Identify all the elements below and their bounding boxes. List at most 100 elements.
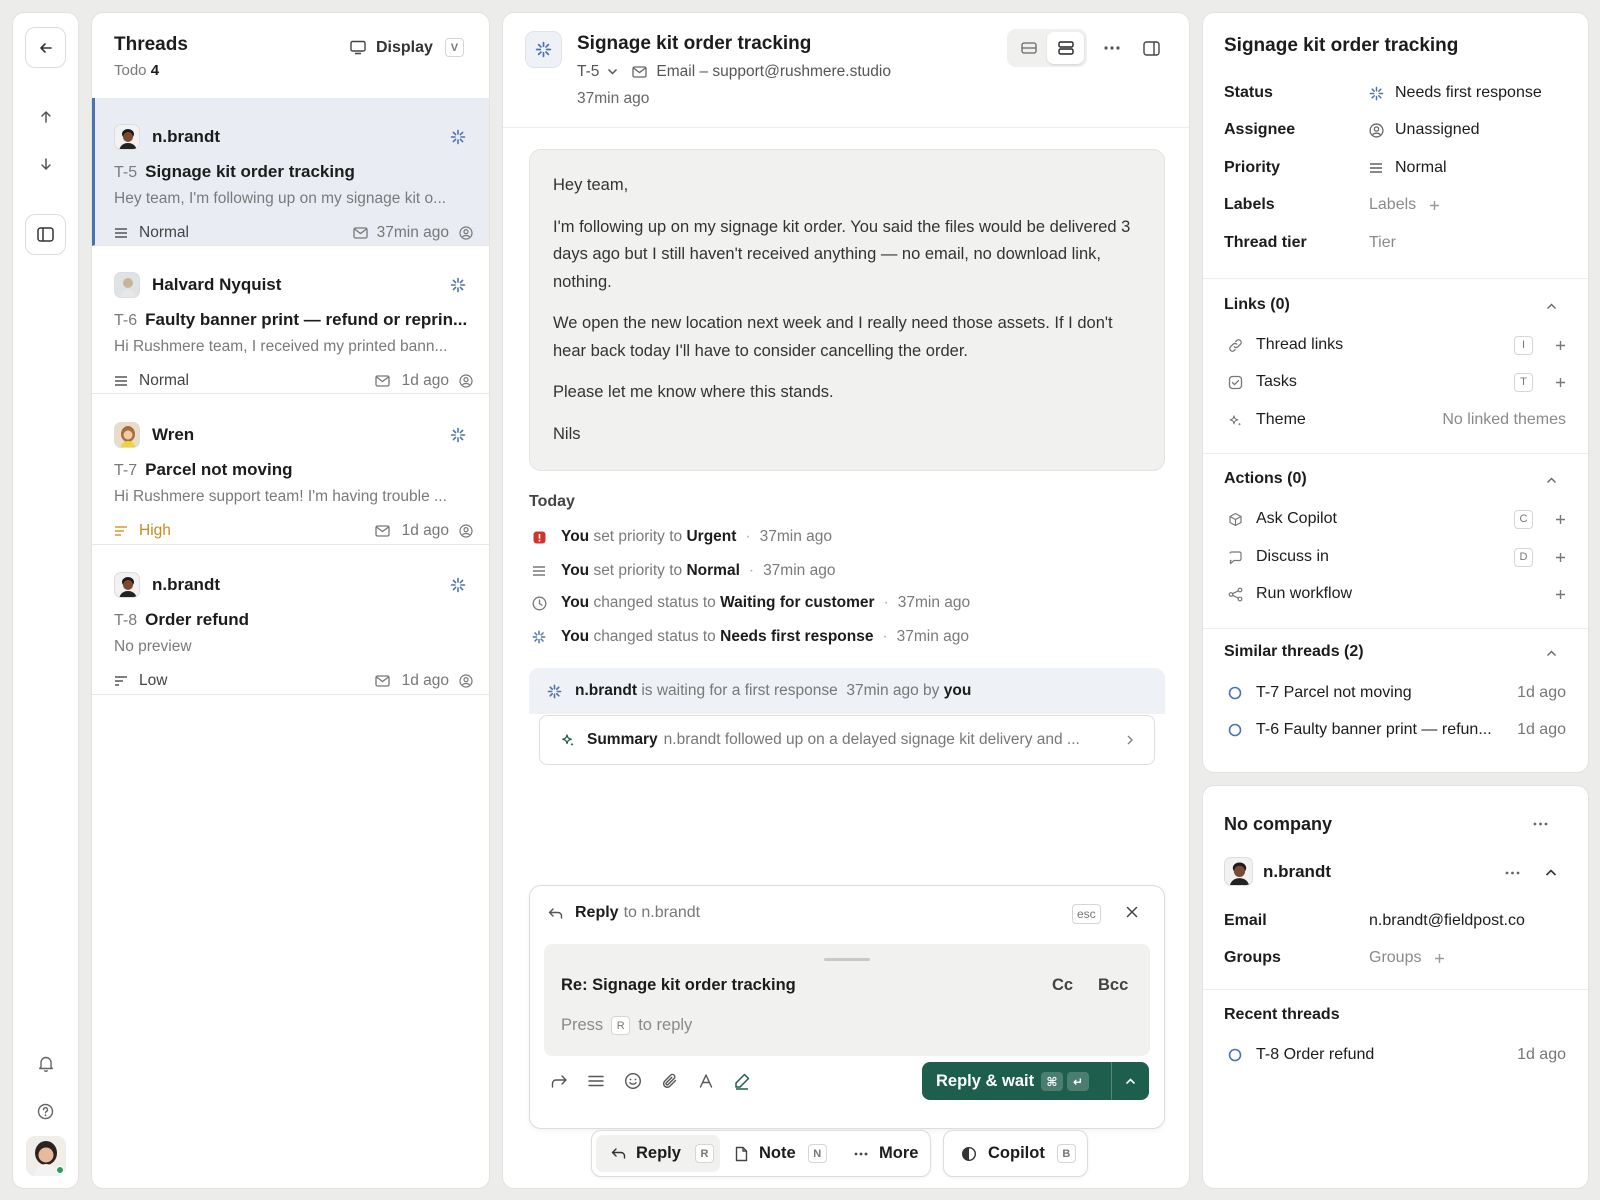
thread-author: Wren (152, 425, 195, 444)
toggle-details-button[interactable] (1140, 38, 1162, 58)
to-reply-label: to reply (638, 1016, 693, 1034)
theme-note: No linked themes (1442, 411, 1566, 428)
similar-thread-item[interactable]: T-6 Faulty banner print — refun... 1d ag… (1224, 719, 1566, 741)
thread-item[interactable]: n.brandt T-5 Signage kit order tracking H… (92, 98, 489, 246)
reply-icon (548, 907, 563, 919)
status-text: Needs first response (1395, 84, 1542, 101)
copilot-icon (961, 1146, 977, 1161)
message-paragraph: Please let me know where this stands. (553, 383, 834, 401)
todo-label: Todo (114, 62, 147, 79)
next-thread-button[interactable] (25, 143, 66, 184)
message-paragraph: I'm following up on my signage kit order… (553, 217, 1131, 291)
status-label: Status (1224, 84, 1273, 101)
back-button[interactable] (25, 27, 66, 68)
esc-shortcut: esc (1072, 904, 1101, 924)
theme-row[interactable]: Theme No linked themes (1224, 409, 1566, 431)
note-mode-button[interactable]: Note N (735, 1144, 827, 1163)
labels-value[interactable]: Labels (1369, 196, 1440, 214)
thread-status-button[interactable] (525, 31, 562, 68)
avatar (114, 422, 140, 448)
conversation-time: 37min ago (577, 90, 650, 107)
reply-mode-button[interactable]: Reply R (596, 1135, 720, 1172)
thread-tier-value[interactable]: Tier (1369, 234, 1396, 252)
summary-card[interactable]: Summary n.brandt followed up on a delaye… (539, 715, 1155, 765)
thread-time: 1d ago (401, 672, 449, 689)
labels-label: Labels (1224, 196, 1275, 213)
email-icon (374, 675, 390, 687)
copilot-shortcut: B (1056, 1144, 1076, 1163)
discuss-in-row[interactable]: Discuss in D (1224, 546, 1566, 568)
similar-thread-item[interactable]: T-7 Parcel not moving 1d ago (1224, 682, 1566, 704)
chevron-up-icon[interactable] (1546, 476, 1557, 484)
message-signoff: Nils (553, 424, 581, 443)
more-modes-button[interactable]: More (854, 1144, 918, 1163)
composer-body[interactable]: Re: Signage kit order tracking Cc Bcc Pr… (544, 944, 1150, 1056)
recent-thread-label: T-8 Order refund (1256, 1046, 1375, 1063)
toggle-sidebar-button[interactable] (25, 214, 66, 255)
chevron-up-icon[interactable] (1125, 1077, 1136, 1085)
user-avatar[interactable] (26, 1136, 66, 1176)
chevron-up-icon[interactable] (1546, 302, 1557, 310)
emoji-icon[interactable] (624, 1072, 642, 1090)
contact-more-button[interactable] (1505, 871, 1520, 875)
bcc-button[interactable]: Bcc (1098, 976, 1128, 995)
reply-recipient: to n.brandt (623, 904, 701, 921)
text-style-icon[interactable] (698, 1073, 714, 1089)
forward-icon[interactable] (550, 1073, 568, 1089)
reply-and-wait-button[interactable]: Reply & wait ⌘ ↵ (922, 1062, 1149, 1100)
layout-compact-button[interactable] (1010, 32, 1047, 64)
thread-id-dropdown[interactable]: T-5 (577, 63, 632, 81)
thread-item[interactable]: Halvard Nyquist T-6 Faulty banner print —… (92, 246, 489, 394)
more-options-button[interactable] (1099, 38, 1125, 58)
activity-actor: You (561, 594, 590, 611)
resize-handle[interactable] (824, 958, 870, 961)
discuss-in-label: Discuss in (1256, 548, 1329, 565)
company-more-button[interactable] (1533, 822, 1548, 826)
reply-input-placeholder[interactable]: Press R to reply (561, 1016, 692, 1035)
thread-item[interactable]: n.brandt T-8 Order refund No preview Low … (92, 547, 489, 695)
avatar (114, 272, 140, 298)
thread-title: Signage kit order tracking (145, 162, 355, 181)
plus-icon[interactable] (1555, 514, 1566, 525)
plus-icon[interactable] (1555, 552, 1566, 563)
priority-value[interactable]: Normal (1369, 159, 1447, 177)
close-composer-button[interactable] (1126, 906, 1138, 918)
assignee-label: Assignee (1224, 121, 1296, 138)
layout-expanded-button[interactable] (1047, 32, 1084, 64)
activity-item: You set priority to Urgent · 37min ago (531, 528, 832, 546)
chevron-up-icon[interactable] (1546, 649, 1557, 657)
copilot-button[interactable]: Copilot B (943, 1130, 1088, 1177)
help-button[interactable] (25, 1091, 66, 1132)
format-text-icon[interactable] (587, 1074, 605, 1088)
thread-links-row[interactable]: Thread links I (1224, 334, 1566, 356)
subject-field[interactable]: Re: Signage kit order tracking (561, 976, 796, 995)
cmd-key: ⌘ (1041, 1072, 1063, 1091)
display-button[interactable]: Display V (350, 38, 464, 57)
ask-copilot-row[interactable]: Ask Copilot C (1224, 508, 1566, 530)
plus-icon[interactable] (1555, 589, 1566, 600)
thread-item[interactable]: Wren T-7 Parcel not moving Hi Rushmere su… (92, 397, 489, 545)
previous-thread-button[interactable] (25, 96, 66, 137)
recent-thread-item[interactable]: T-8 Order refund 1d ago (1224, 1044, 1566, 1066)
thread-list-panel: Threads Todo 4 Display V n.brandt T-5 Sig… (91, 12, 490, 1189)
status-value[interactable]: Needs first response (1369, 84, 1542, 102)
channel-label: Email – support@rushmere.studio (656, 63, 891, 80)
assignee-value[interactable]: Unassigned (1369, 121, 1480, 139)
arrow-down-icon (40, 157, 51, 170)
tasks-row[interactable]: Tasks T (1224, 371, 1566, 393)
attachment-icon[interactable] (661, 1072, 679, 1090)
notifications-button[interactable] (25, 1043, 66, 1084)
reply-mode-label: Reply (636, 1144, 681, 1162)
online-status-dot (56, 1166, 64, 1174)
activity-time: 37min ago (759, 528, 832, 545)
status-open-icon (1228, 723, 1242, 737)
cc-button[interactable]: Cc (1052, 976, 1073, 995)
plus-icon[interactable] (1555, 377, 1566, 388)
plus-icon[interactable] (1555, 340, 1566, 351)
chevron-up-icon[interactable] (1545, 868, 1557, 877)
email-value[interactable]: n.brandt@fieldpost.co (1369, 912, 1525, 930)
signature-icon[interactable] (733, 1072, 751, 1090)
groups-value[interactable]: Groups (1369, 949, 1445, 967)
run-workflow-row[interactable]: Run workflow (1224, 583, 1566, 605)
similar-thread-time: 1d ago (1517, 721, 1566, 738)
